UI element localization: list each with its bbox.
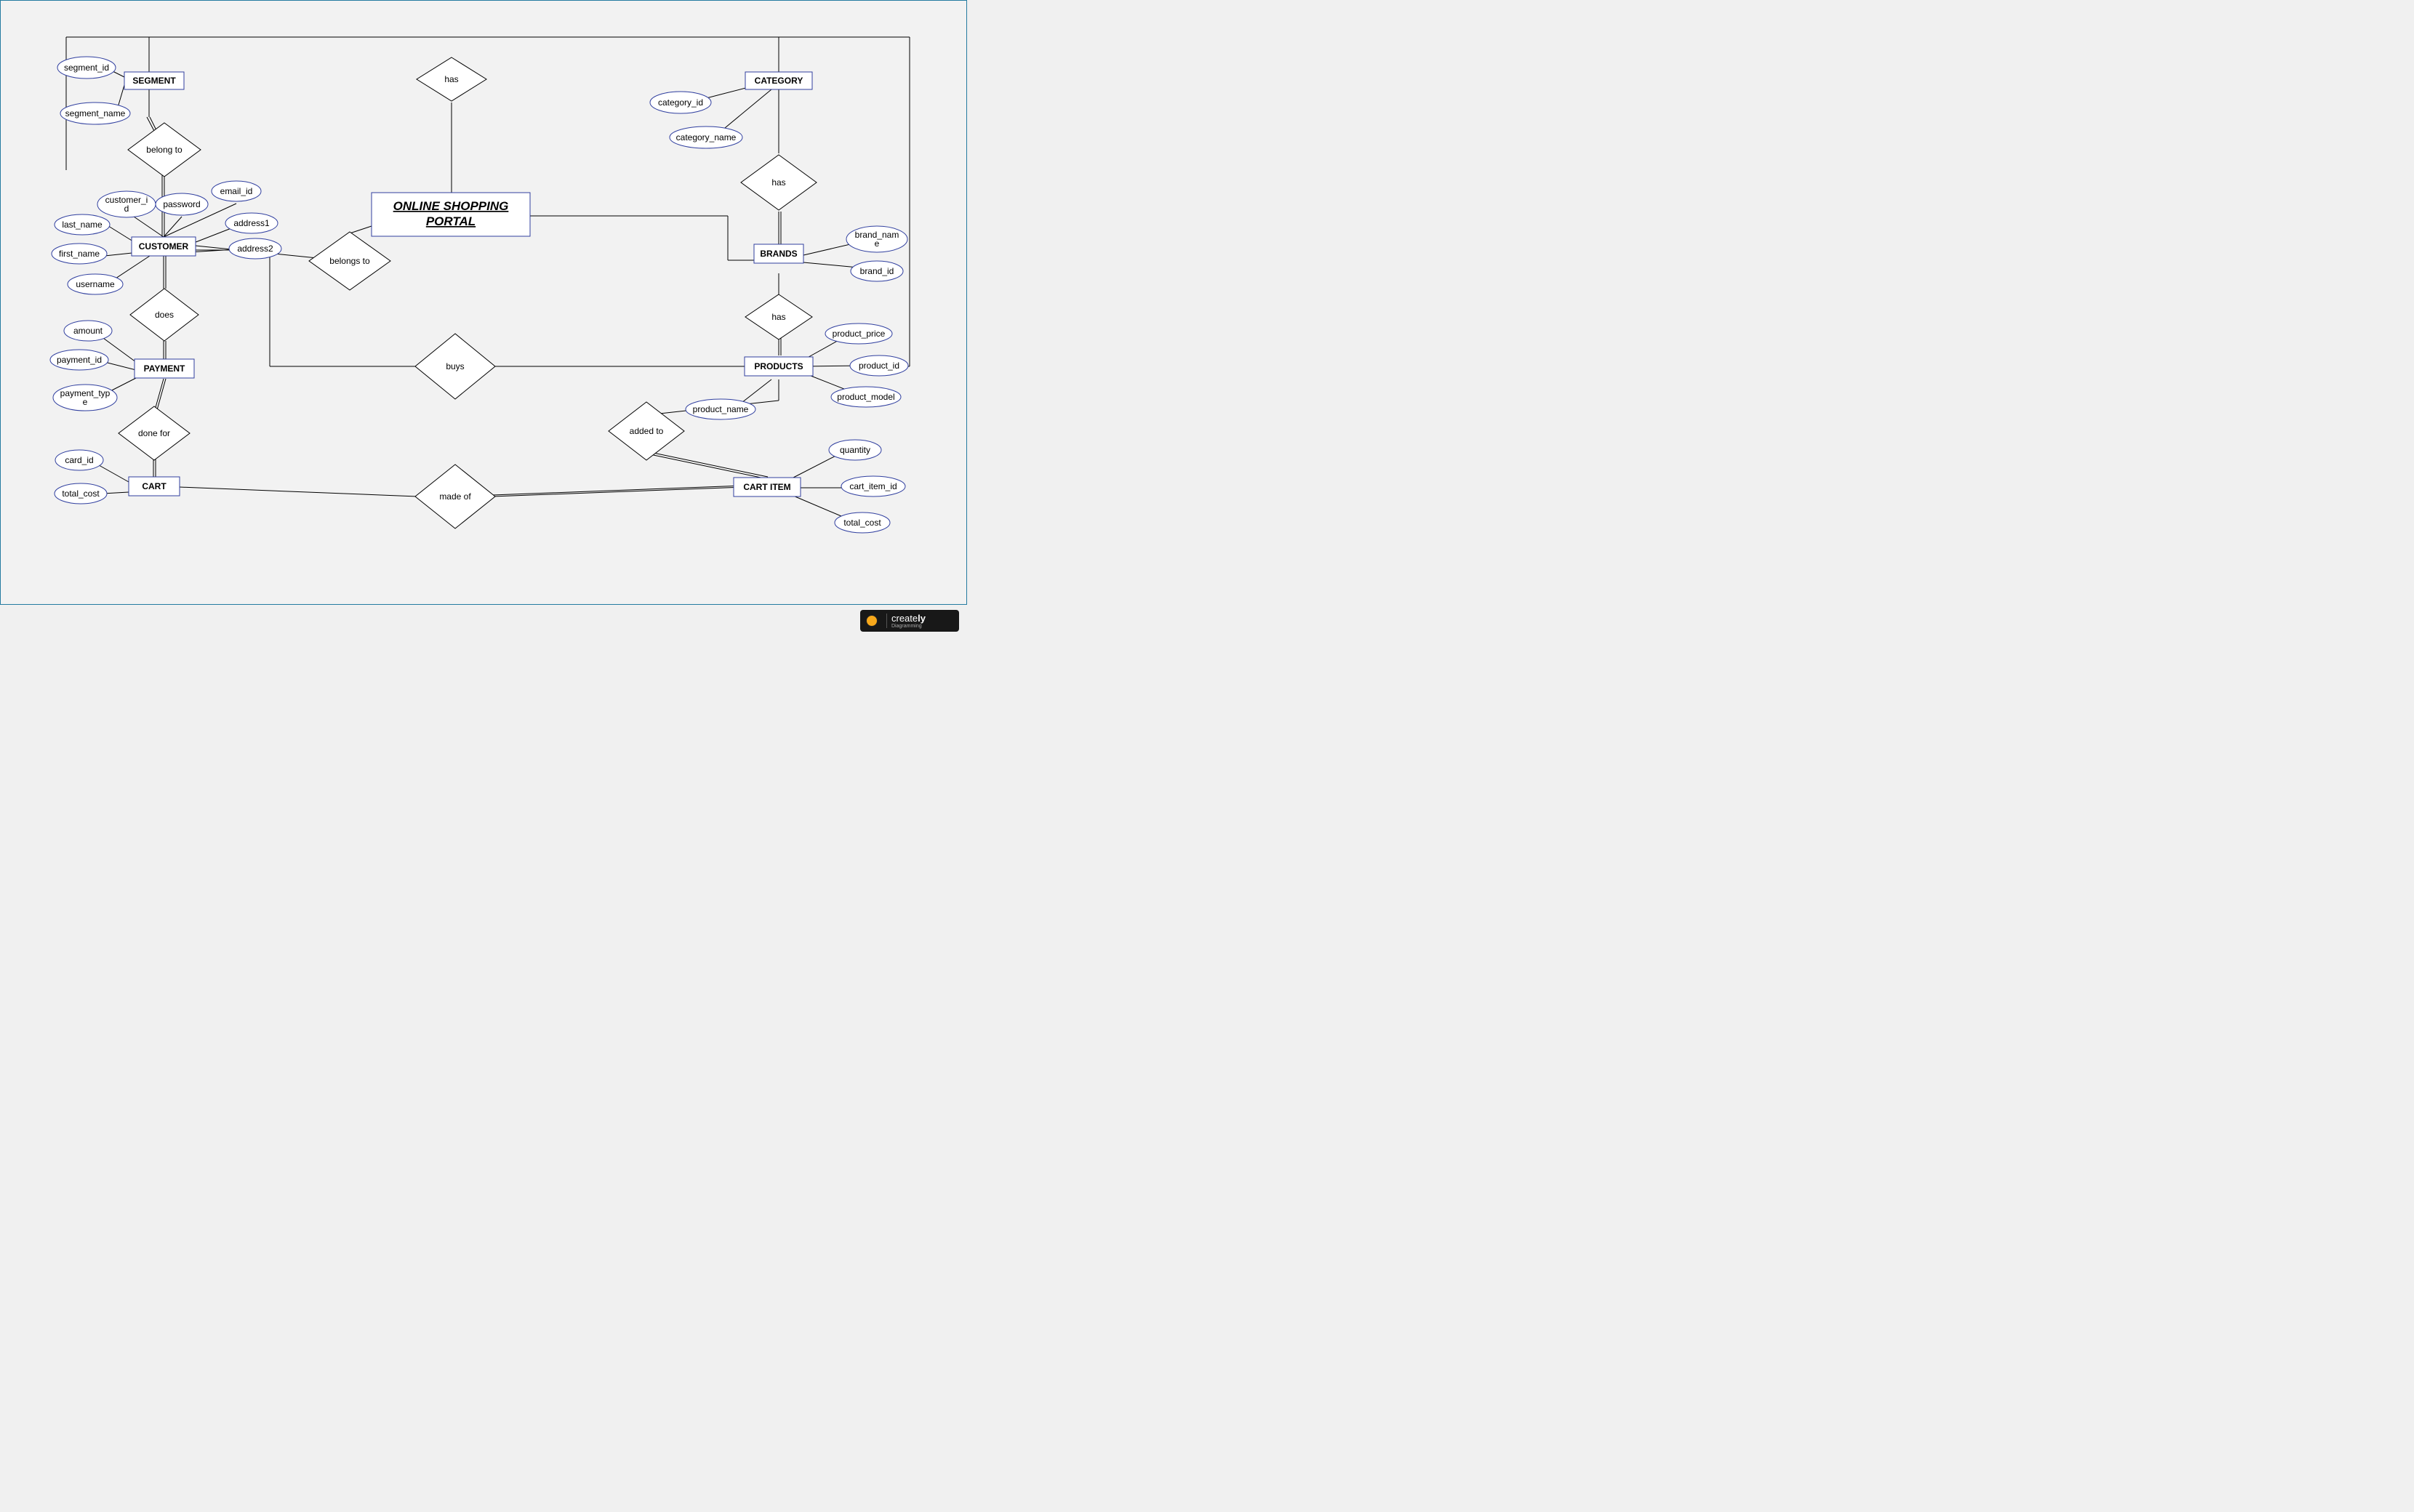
attr-product-id: product_id <box>850 355 908 376</box>
attr-payment-type-label2: e <box>83 397 88 407</box>
attr-payment-id: payment_id <box>50 350 108 370</box>
attr-segment-id: segment_id <box>57 57 116 79</box>
attr-card-id-label: card_id <box>65 455 93 465</box>
rel-has-cat-brand-label: has <box>771 177 785 188</box>
attr-category-name: category_name <box>670 126 742 148</box>
rel-belongs-to-label: belongs to <box>329 256 370 266</box>
rel-added-to: added to <box>609 402 684 460</box>
attr-amount-label: amount <box>73 326 103 336</box>
attr-quantity-label: quantity <box>840 445 870 455</box>
er-diagram-svg: ONLINE SHOPPING PORTAL SEGMENT CUSTOMER … <box>1 1 966 604</box>
central-entity: ONLINE SHOPPING PORTAL <box>372 193 530 236</box>
entity-segment-label: SEGMENT <box>132 76 176 86</box>
attr-last-name-label: last_name <box>62 220 103 230</box>
logo-separator <box>886 614 887 628</box>
rel-buys: buys <box>415 334 495 399</box>
entity-cart-item: CART ITEM <box>734 478 801 496</box>
entity-cart-item-label: CART ITEM <box>743 482 790 492</box>
entity-cart-label: CART <box>142 481 167 491</box>
entity-category: CATEGORY <box>745 72 812 89</box>
rel-buys-label: buys <box>446 361 464 371</box>
entity-brands-label: BRANDS <box>760 249 797 259</box>
rel-has-brand-prod: has <box>745 294 812 339</box>
attr-total-cost-item-label: total_cost <box>843 518 881 528</box>
attr-payment-id-label: payment_id <box>57 355 102 365</box>
entity-customer: CUSTOMER <box>132 237 196 256</box>
attr-card-id: card_id <box>55 450 103 470</box>
rel-belong-to: belong to <box>128 123 201 177</box>
entity-cart: CART <box>129 477 180 496</box>
attr-segment-name: segment_name <box>60 102 130 124</box>
attr-first-name-label: first_name <box>59 249 100 259</box>
entity-segment: SEGMENT <box>124 72 184 89</box>
attr-email-id: email_id <box>212 181 261 201</box>
logo-text-wrap: creately Diagramming <box>891 613 926 629</box>
attr-payment-type: payment_type <box>53 385 117 411</box>
attr-password-label: password <box>163 199 200 209</box>
attr-category-id-label: category_id <box>658 97 703 108</box>
entity-products: PRODUCTS <box>745 357 813 376</box>
attr-cart-item-id-label: cart_item_id <box>849 481 897 491</box>
attr-address2: address2 <box>229 238 281 259</box>
attr-amount: amount <box>64 321 112 341</box>
entity-payment-label: PAYMENT <box>144 363 185 374</box>
entity-brands: BRANDS <box>754 244 803 263</box>
attr-category-id: category_id <box>650 92 711 113</box>
attr-total-cost-item: total_cost <box>835 512 890 533</box>
attr-password: password <box>156 193 208 215</box>
diagram-frame: ONLINE SHOPPING PORTAL SEGMENT CUSTOMER … <box>0 0 967 605</box>
rel-belong-to-label: belong to <box>146 145 183 155</box>
attr-quantity: quantity <box>829 440 881 460</box>
entity-products-label: PRODUCTS <box>754 361 803 371</box>
attr-product-name: product_name <box>686 399 755 419</box>
central-line1: ONLINE SHOPPING <box>393 199 509 213</box>
rel-added-to-label: added to <box>630 426 664 436</box>
entity-category-label: CATEGORY <box>755 76 803 86</box>
attr-brand-name-label2: e <box>875 238 880 249</box>
attr-brand-name: brand_name <box>846 226 907 252</box>
attr-product-model-label: product_model <box>837 392 894 402</box>
attr-username: username <box>68 274 123 294</box>
attr-email-id-label: email_id <box>220 186 253 196</box>
attr-product-model: product_model <box>831 387 901 407</box>
bulb-icon <box>866 615 878 627</box>
attr-category-name-label: category_name <box>676 132 737 142</box>
entity-payment: PAYMENT <box>135 359 194 378</box>
attr-total-cost-cart-label: total_cost <box>62 488 100 499</box>
attr-segment-name-label: segment_name <box>65 108 126 118</box>
rel-does-label: does <box>155 310 174 320</box>
rel-done-for-label: done for <box>138 428 170 438</box>
attr-product-price-label: product_price <box>833 329 886 339</box>
attr-segment-id-label: segment_id <box>64 63 109 73</box>
attr-brand-id-label: brand_id <box>860 266 894 276</box>
central-line2: PORTAL <box>426 214 476 228</box>
attr-product-id-label: product_id <box>859 361 899 371</box>
rel-belongs-to: belongs to <box>309 232 390 290</box>
attr-address1: address1 <box>225 213 278 233</box>
rel-has-cat-brand: has <box>741 155 817 210</box>
attr-customer-id: customer_id <box>97 191 156 217</box>
attr-address1-label: address1 <box>233 218 270 228</box>
attr-customer-id-label2: d <box>124 204 129 214</box>
attr-brand-id: brand_id <box>851 261 903 281</box>
logo-brand: creately <box>891 613 926 624</box>
rel-has-top: has <box>417 57 486 101</box>
attr-last-name: last_name <box>55 214 110 235</box>
logo-subtitle: Diagramming <box>891 624 926 629</box>
rel-does: does <box>130 289 199 341</box>
rel-made-of: made of <box>415 465 495 528</box>
attr-first-name: first_name <box>52 244 107 264</box>
rel-has-brand-prod-label: has <box>771 312 785 322</box>
attr-cart-item-id: cart_item_id <box>841 476 905 496</box>
attr-product-name-label: product_name <box>693 404 749 414</box>
entity-customer-label: CUSTOMER <box>139 241 189 252</box>
attr-product-price: product_price <box>825 323 892 344</box>
rel-done-for: done for <box>119 406 190 460</box>
attr-username-label: username <box>76 279 115 289</box>
attr-address2-label: address2 <box>237 244 273 254</box>
attr-total-cost-cart: total_cost <box>55 483 107 504</box>
creately-logo: creately Diagramming <box>860 610 959 632</box>
rel-made-of-label: made of <box>439 491 471 502</box>
rel-has-top-label: has <box>444 74 458 84</box>
